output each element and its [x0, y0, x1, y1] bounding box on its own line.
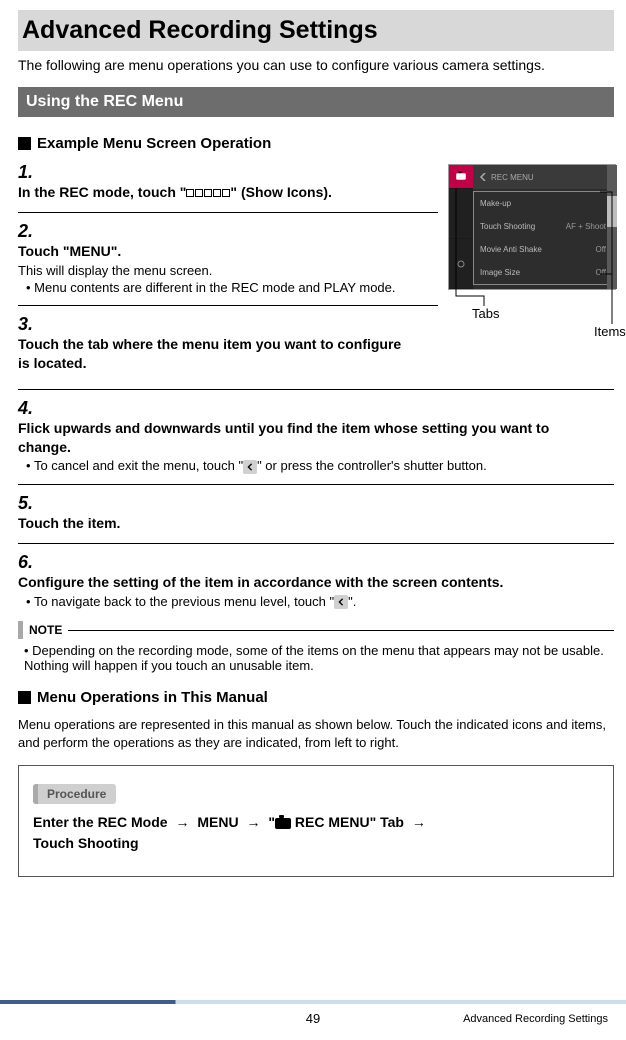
- back-icon: [243, 460, 257, 474]
- camera-icon: [456, 173, 466, 180]
- menu-row[interactable]: Make-up: [474, 192, 612, 215]
- show-icons-icon: [186, 189, 230, 197]
- tab-3[interactable]: [449, 239, 473, 289]
- scroll-strip[interactable]: [607, 165, 617, 289]
- footer-rule: [0, 1000, 626, 1004]
- back-icon: [334, 595, 348, 609]
- step-number: 6.: [18, 552, 40, 573]
- step1-text-b: " (Show Icons).: [230, 184, 332, 200]
- arrow-icon: →: [175, 812, 189, 833]
- note-label: NOTE: [29, 623, 62, 637]
- tabs-label: Tabs: [472, 306, 499, 321]
- step-number: 1.: [18, 162, 40, 183]
- step1-text-a: In the REC mode, touch ": [18, 184, 186, 200]
- items-label: Items: [594, 324, 626, 339]
- step4-text: Flick upwards and downwards until you fi…: [18, 419, 588, 457]
- step3-text: Touch the tab where the menu item you wa…: [18, 335, 412, 373]
- tab-2[interactable]: [449, 189, 473, 239]
- menu-row[interactable]: Touch ShootingAF + Shoot: [474, 215, 612, 238]
- step2-detail: This will display the menu screen.: [18, 263, 412, 278]
- section-heading: Using the REC Menu: [18, 87, 614, 117]
- arrow-icon: →: [412, 812, 426, 833]
- step2-bullet: Menu contents are different in the REC m…: [26, 280, 412, 295]
- step2-text: Touch "MENU".: [18, 242, 412, 261]
- bullet-square-icon: [18, 137, 31, 150]
- menu-row[interactable]: Movie Anti ShakeOff: [474, 238, 612, 261]
- menu-header: REC MENU: [473, 165, 615, 189]
- step-2: 2. Touch "MENU". This will display the m…: [18, 221, 438, 295]
- step-4: 4. Flick upwards and downwards until you…: [18, 398, 614, 474]
- step-number: 4.: [18, 398, 40, 419]
- page-title: Advanced Recording Settings: [22, 16, 610, 45]
- menu-figure: REC MENU Make-up Touch ShootingAF +: [448, 164, 616, 290]
- step6-bullet-a: To navigate back to the previous menu le…: [34, 594, 334, 609]
- step6-bullet-b: ".: [348, 594, 356, 609]
- step6-text: Configure the setting of the item in acc…: [18, 573, 588, 592]
- step-number: 3.: [18, 314, 40, 335]
- step4-bullet-b: " or press the controller's shutter butt…: [257, 458, 487, 473]
- note-rule: [68, 630, 614, 631]
- footer: 49 Advanced Recording Settings: [0, 1011, 626, 1026]
- back-chevron-icon: [479, 173, 487, 181]
- procedure-tag: Procedure: [33, 784, 116, 804]
- step-6: 6. Configure the setting of the item in …: [18, 552, 614, 609]
- bullet-square-icon: [18, 691, 31, 704]
- menu-ops-heading-text: Menu Operations in This Manual: [37, 689, 268, 706]
- note-text: Depending on the recording mode, some of…: [18, 643, 614, 673]
- footer-chapter: Advanced Recording Settings: [463, 1013, 608, 1025]
- menu-items: Make-up Touch ShootingAF + Shoot Movie A…: [473, 191, 613, 285]
- tab-rec[interactable]: [449, 165, 473, 189]
- page-number: 49: [306, 1011, 320, 1026]
- camera-icon: [275, 818, 291, 829]
- step5-text: Touch the item.: [18, 514, 588, 533]
- menu-row[interactable]: Image SizeOff: [474, 261, 612, 284]
- menu-header-text: REC MENU: [491, 173, 534, 182]
- gear-icon: [456, 259, 466, 269]
- menu-ops-heading: Menu Operations in This Manual: [18, 689, 614, 706]
- step-number: 5.: [18, 493, 40, 514]
- example-heading: Example Menu Screen Operation: [18, 135, 614, 152]
- intro-text: The following are menu operations you ca…: [18, 57, 614, 73]
- page-title-bar: Advanced Recording Settings: [18, 10, 614, 51]
- procedure-box: Procedure Enter the REC Mode → MENU → " …: [18, 765, 614, 877]
- menu-ops-text: Menu operations are represented in this …: [18, 716, 614, 751]
- note-heading: NOTE: [18, 621, 614, 639]
- note-bar-icon: [18, 621, 23, 639]
- example-heading-text: Example Menu Screen Operation: [37, 135, 271, 152]
- step4-bullet-a: To cancel and exit the menu, touch ": [34, 458, 243, 473]
- step-5: 5. Touch the item.: [18, 493, 614, 533]
- step-1: 1. In the REC mode, touch " " (Show Icons…: [18, 162, 438, 202]
- procedure-text: Enter the REC Mode → MENU → " REC MENU" …: [33, 812, 599, 854]
- arrow-icon: →: [246, 812, 260, 833]
- step-3: 3. Touch the tab where the menu item you…: [18, 314, 438, 373]
- step-number: 2.: [18, 221, 40, 242]
